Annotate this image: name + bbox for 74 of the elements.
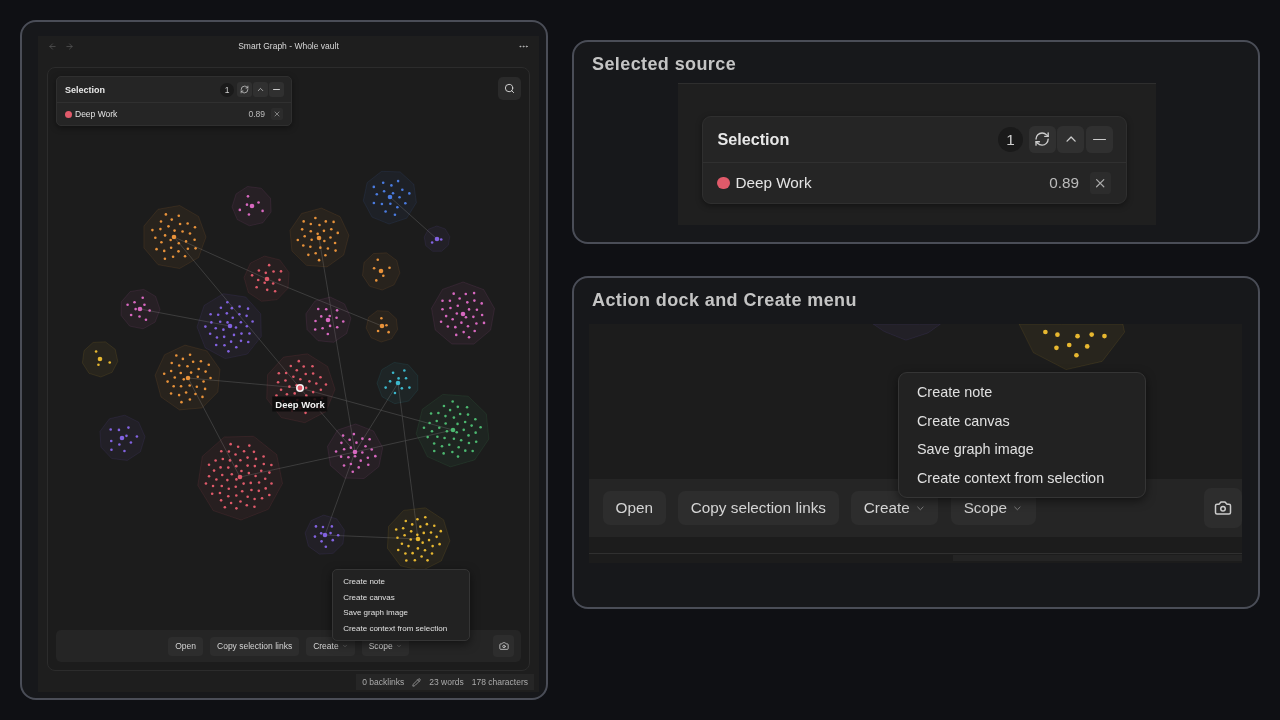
- menu-item[interactable]: Save graph image: [333, 604, 470, 621]
- camera-button[interactable]: [1204, 488, 1242, 528]
- menu-item[interactable]: Create note: [333, 573, 470, 590]
- count-badge: 1: [220, 82, 234, 97]
- node-cluster[interactable]: [1018, 324, 1126, 371]
- search-button[interactable]: [498, 77, 521, 100]
- close-button[interactable]: [271, 108, 283, 120]
- node-cluster[interactable]: [99, 414, 146, 461]
- minimize-button[interactable]: [269, 82, 284, 97]
- node-cluster[interactable]: [197, 435, 283, 521]
- menu-item[interactable]: Create note: [898, 378, 1146, 407]
- count-badge: 1: [998, 126, 1024, 153]
- node-cluster[interactable]: [431, 281, 495, 345]
- node-cluster[interactable]: [872, 324, 941, 341]
- node-cluster[interactable]: [365, 310, 399, 343]
- node-cluster[interactable]: [386, 507, 451, 572]
- camera-icon: [498, 641, 509, 651]
- camera-icon: [1214, 499, 1233, 518]
- node-cluster[interactable]: [304, 514, 345, 555]
- dock-button[interactable]: Copy selection links: [210, 636, 300, 656]
- score-value: 0.89: [248, 109, 265, 119]
- note-name[interactable]: Deep Work: [75, 109, 246, 119]
- close-icon: [273, 110, 281, 118]
- chevron-up-icon: [256, 85, 265, 94]
- node-cluster[interactable]: [196, 293, 262, 360]
- panel-title: Selection: [717, 130, 791, 149]
- note-name[interactable]: Deep Work: [735, 173, 1044, 192]
- minus-icon: [1093, 138, 1106, 141]
- menu-item[interactable]: Create canvas: [898, 406, 1146, 436]
- window-title: Smart Graph - Whole vault: [237, 41, 340, 51]
- dock-button[interactable]: Copy selection links: [678, 491, 839, 526]
- node-cluster[interactable]: [423, 225, 451, 252]
- node-cluster[interactable]: [376, 361, 419, 405]
- node-cluster[interactable]: [143, 205, 207, 269]
- backlinks-count[interactable]: 0 backlinks: [362, 677, 405, 687]
- menu-item[interactable]: Create canvas: [333, 589, 470, 605]
- edge-line: [389, 196, 438, 240]
- camera-button[interactable]: [493, 635, 514, 657]
- collapse-button[interactable]: [1057, 126, 1085, 153]
- refresh-icon: [240, 85, 249, 94]
- selected-node[interactable]: [296, 384, 304, 392]
- callout-title: Selected source: [592, 54, 738, 76]
- node-cluster[interactable]: [289, 207, 350, 268]
- menu-item[interactable]: Create context from selection: [333, 620, 470, 637]
- menu-item[interactable]: Save graph image: [898, 435, 1146, 464]
- refresh-button[interactable]: [237, 82, 252, 97]
- node-cluster[interactable]: [243, 255, 290, 302]
- caret-icon: [341, 643, 348, 649]
- search-icon: [504, 83, 515, 94]
- node-cluster[interactable]: [231, 186, 272, 227]
- caret-icon: [395, 643, 402, 649]
- character-count: 178 characters: [471, 677, 528, 687]
- dock-button[interactable]: Create: [851, 491, 939, 526]
- panel-title: Selection: [65, 84, 106, 95]
- refresh-icon: [1034, 131, 1051, 148]
- node-cluster[interactable]: [120, 288, 161, 330]
- refresh-button[interactable]: [1028, 126, 1056, 153]
- close-button[interactable]: [1089, 172, 1112, 194]
- menu-item[interactable]: Create context from selection: [898, 463, 1146, 492]
- node-cluster[interactable]: [362, 252, 401, 291]
- node-cluster[interactable]: [305, 296, 352, 343]
- node-cluster[interactable]: [327, 423, 384, 479]
- node-cluster[interactable]: [415, 393, 490, 468]
- callout-title: Action dock and Create menu: [592, 290, 858, 312]
- dock-button[interactable]: Open: [168, 636, 203, 656]
- pencil-icon: [412, 677, 422, 687]
- dock-button[interactable]: Open: [603, 491, 666, 526]
- node-cluster[interactable]: [81, 341, 119, 378]
- minus-icon: [273, 88, 280, 91]
- score-value: 0.89: [1049, 173, 1080, 192]
- node-label: Deep Work: [272, 396, 328, 412]
- node-cluster[interactable]: [154, 344, 221, 411]
- word-count: 23 words: [429, 677, 464, 687]
- node-cluster[interactable]: [362, 170, 417, 225]
